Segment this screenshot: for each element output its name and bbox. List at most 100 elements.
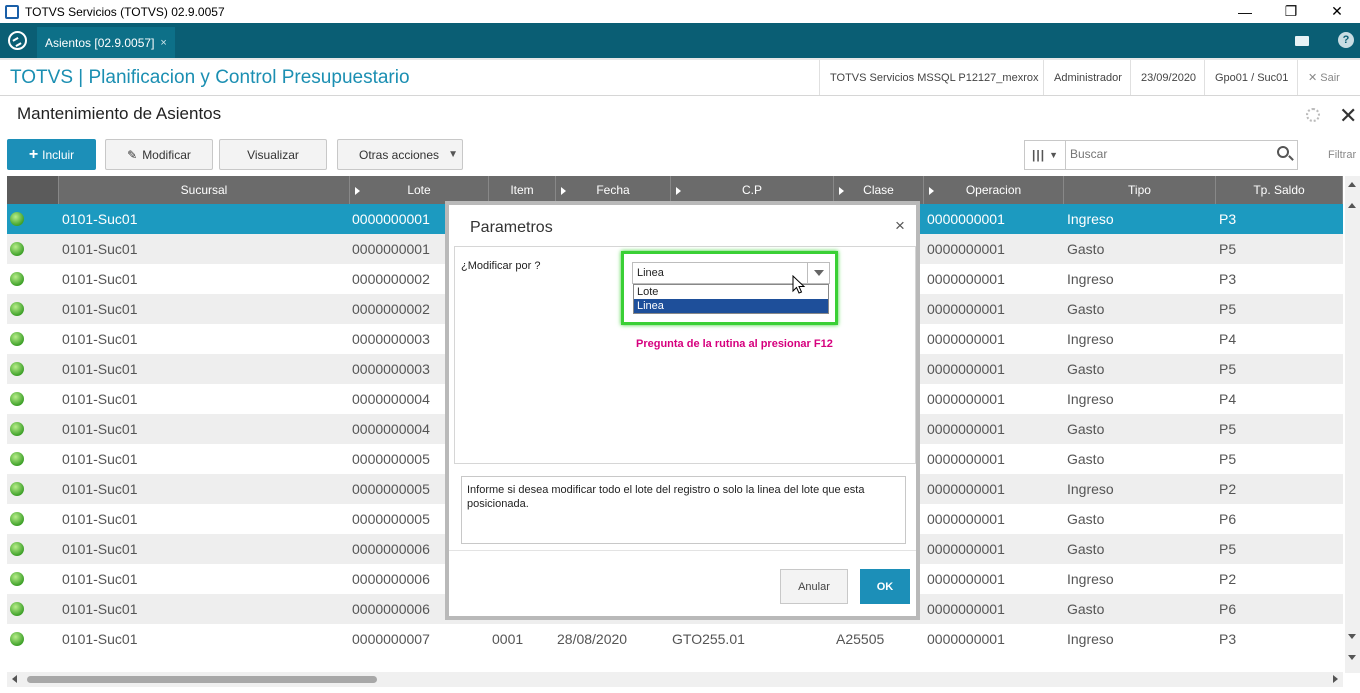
columns-selector[interactable]: ||| ▼ bbox=[1025, 141, 1066, 169]
incluir-button[interactable]: + Incluir bbox=[7, 139, 96, 170]
cell-lote: 0000000003 bbox=[352, 361, 430, 377]
cell-tp-saldo: P3 bbox=[1219, 631, 1237, 647]
cell-lote: 0000000006 bbox=[352, 601, 430, 617]
grid-header: Sucursal Lote Item Fecha C.P Clase Opera… bbox=[7, 176, 1343, 204]
sort-arrow-icon bbox=[839, 187, 844, 195]
cell-sucursal: 0101-Suc01 bbox=[62, 331, 138, 347]
column-header-fecha[interactable]: Fecha bbox=[556, 176, 671, 204]
cell-lote: 0000000004 bbox=[352, 391, 430, 407]
scroll-up-icon[interactable] bbox=[1348, 182, 1356, 187]
option-linea[interactable]: Linea bbox=[634, 299, 828, 313]
cell-tipo: Ingreso bbox=[1067, 211, 1114, 227]
cell-fecha: 28/08/2020 bbox=[557, 631, 628, 647]
column-header-clase[interactable]: Clase bbox=[834, 176, 924, 204]
column-header-item[interactable]: Item bbox=[489, 176, 556, 204]
cell-clase: A25505 bbox=[836, 631, 885, 647]
dialog-close-icon[interactable]: × bbox=[895, 216, 905, 236]
sort-arrow-icon bbox=[676, 187, 681, 195]
help-icon[interactable]: ? bbox=[1338, 32, 1354, 48]
status-indicator-icon bbox=[10, 542, 24, 556]
cell-lote: 0000000007 bbox=[352, 631, 430, 647]
cell-tipo: Gasto bbox=[1067, 601, 1105, 617]
status-indicator-icon bbox=[10, 452, 24, 466]
column-header-sucursal[interactable]: Sucursal bbox=[59, 176, 350, 204]
anular-button[interactable]: Anular bbox=[780, 569, 848, 604]
horizontal-scroll-thumb[interactable] bbox=[27, 676, 377, 683]
horizontal-scrollbar[interactable] bbox=[7, 672, 1343, 687]
cell-tipo: Ingreso bbox=[1067, 331, 1114, 347]
question-label: ¿Modificar por ? bbox=[461, 260, 541, 272]
column-header-tipo[interactable]: Tipo bbox=[1064, 176, 1216, 204]
cell-operacion: 0000000001 bbox=[927, 451, 1005, 467]
close-window-button[interactable]: ✕ bbox=[1314, 0, 1360, 23]
cell-operacion: 0000000001 bbox=[927, 511, 1005, 527]
scroll-up-icon[interactable] bbox=[1348, 203, 1356, 208]
cell-tipo: Gasto bbox=[1067, 541, 1105, 557]
cell-tipo: Gasto bbox=[1067, 451, 1105, 467]
status-indicator-icon bbox=[10, 572, 24, 586]
scroll-down-icon[interactable] bbox=[1348, 634, 1356, 639]
dialog-title: Parametros bbox=[470, 219, 553, 236]
help-text-box: Informe si desea modificar todo el lote … bbox=[461, 476, 906, 544]
cell-item: 0001 bbox=[492, 631, 524, 647]
date-info: 23/09/2020 bbox=[1130, 60, 1206, 95]
status-indicator-icon bbox=[10, 272, 24, 286]
cell-tp-saldo: P3 bbox=[1219, 271, 1237, 287]
scroll-right-icon[interactable] bbox=[1333, 675, 1338, 683]
cell-lote: 0000000001 bbox=[352, 241, 430, 257]
scroll-down-icon[interactable] bbox=[1348, 655, 1356, 660]
cell-sucursal: 0101-Suc01 bbox=[62, 301, 138, 317]
cell-operacion: 0000000001 bbox=[927, 421, 1005, 437]
home-icon[interactable] bbox=[8, 31, 27, 50]
cell-tipo: Gasto bbox=[1067, 421, 1105, 437]
visualizar-button[interactable]: Visualizar bbox=[219, 139, 327, 170]
otras-acciones-button[interactable]: Otras acciones ▼ bbox=[337, 139, 463, 170]
cell-lote: 0000000005 bbox=[352, 511, 430, 527]
search-icon[interactable] bbox=[1277, 146, 1289, 158]
status-indicator-icon bbox=[10, 362, 24, 376]
cell-lote: 0000000005 bbox=[352, 481, 430, 497]
table-row[interactable]: 0101-Suc01 0000000007 0001 28/08/2020 GTO255… bbox=[7, 624, 1343, 654]
mail-icon[interactable] bbox=[1284, 23, 1320, 58]
cell-tp-saldo: P2 bbox=[1219, 571, 1237, 587]
cell-operacion: 0000000001 bbox=[927, 211, 1005, 227]
cell-tp-saldo: P6 bbox=[1219, 511, 1237, 527]
scroll-left-icon[interactable] bbox=[12, 675, 17, 683]
vertical-scrollbar[interactable] bbox=[1345, 176, 1360, 673]
column-header-lote[interactable]: Lote bbox=[350, 176, 489, 204]
cell-operacion: 0000000001 bbox=[927, 541, 1005, 557]
column-header-cp[interactable]: C.P bbox=[671, 176, 834, 204]
exit-button[interactable]: ✕ Sair bbox=[1297, 60, 1350, 95]
tab-asientos[interactable]: Asientos [02.9.0057] × bbox=[37, 27, 175, 58]
cell-sucursal: 0101-Suc01 bbox=[62, 241, 138, 257]
close-page-icon[interactable]: ✕ bbox=[1339, 103, 1357, 129]
tab-label: Asientos [02.9.0057] bbox=[45, 35, 155, 50]
cell-tipo: Gasto bbox=[1067, 511, 1105, 527]
column-header-tp-saldo[interactable]: Tp. Saldo bbox=[1216, 176, 1343, 204]
cell-sucursal: 0101-Suc01 bbox=[62, 601, 138, 617]
cell-lote: 0000000004 bbox=[352, 421, 430, 437]
filter-link[interactable]: Filtrar bbox=[1328, 149, 1356, 161]
cell-sucursal: 0101-Suc01 bbox=[62, 391, 138, 407]
ok-button[interactable]: OK bbox=[860, 569, 910, 604]
restore-button[interactable]: ❐ bbox=[1268, 0, 1314, 23]
status-indicator-icon bbox=[10, 602, 24, 616]
annotation-note: Pregunta de la rutina al presionar F12 bbox=[636, 338, 833, 350]
cell-lote: 0000000003 bbox=[352, 331, 430, 347]
dialog-footer-divider bbox=[449, 550, 916, 551]
column-header-operacion[interactable]: Operacion bbox=[924, 176, 1064, 204]
cell-tipo: Gasto bbox=[1067, 361, 1105, 377]
minimize-button[interactable]: — bbox=[1222, 0, 1268, 23]
cell-sucursal: 0101-Suc01 bbox=[62, 511, 138, 527]
cell-operacion: 0000000001 bbox=[927, 481, 1005, 497]
cell-tp-saldo: P5 bbox=[1219, 541, 1237, 557]
status-indicator-icon bbox=[10, 632, 24, 646]
tab-close-icon[interactable]: × bbox=[160, 37, 166, 49]
search-input[interactable] bbox=[1070, 147, 1270, 161]
chevron-down-icon[interactable] bbox=[807, 263, 829, 283]
cell-lote: 0000000001 bbox=[352, 211, 430, 227]
gear-icon[interactable] bbox=[1306, 108, 1320, 122]
cell-operacion: 0000000001 bbox=[927, 331, 1005, 347]
modificar-button[interactable]: ✎ Modificar bbox=[105, 139, 213, 170]
cell-operacion: 0000000001 bbox=[927, 601, 1005, 617]
